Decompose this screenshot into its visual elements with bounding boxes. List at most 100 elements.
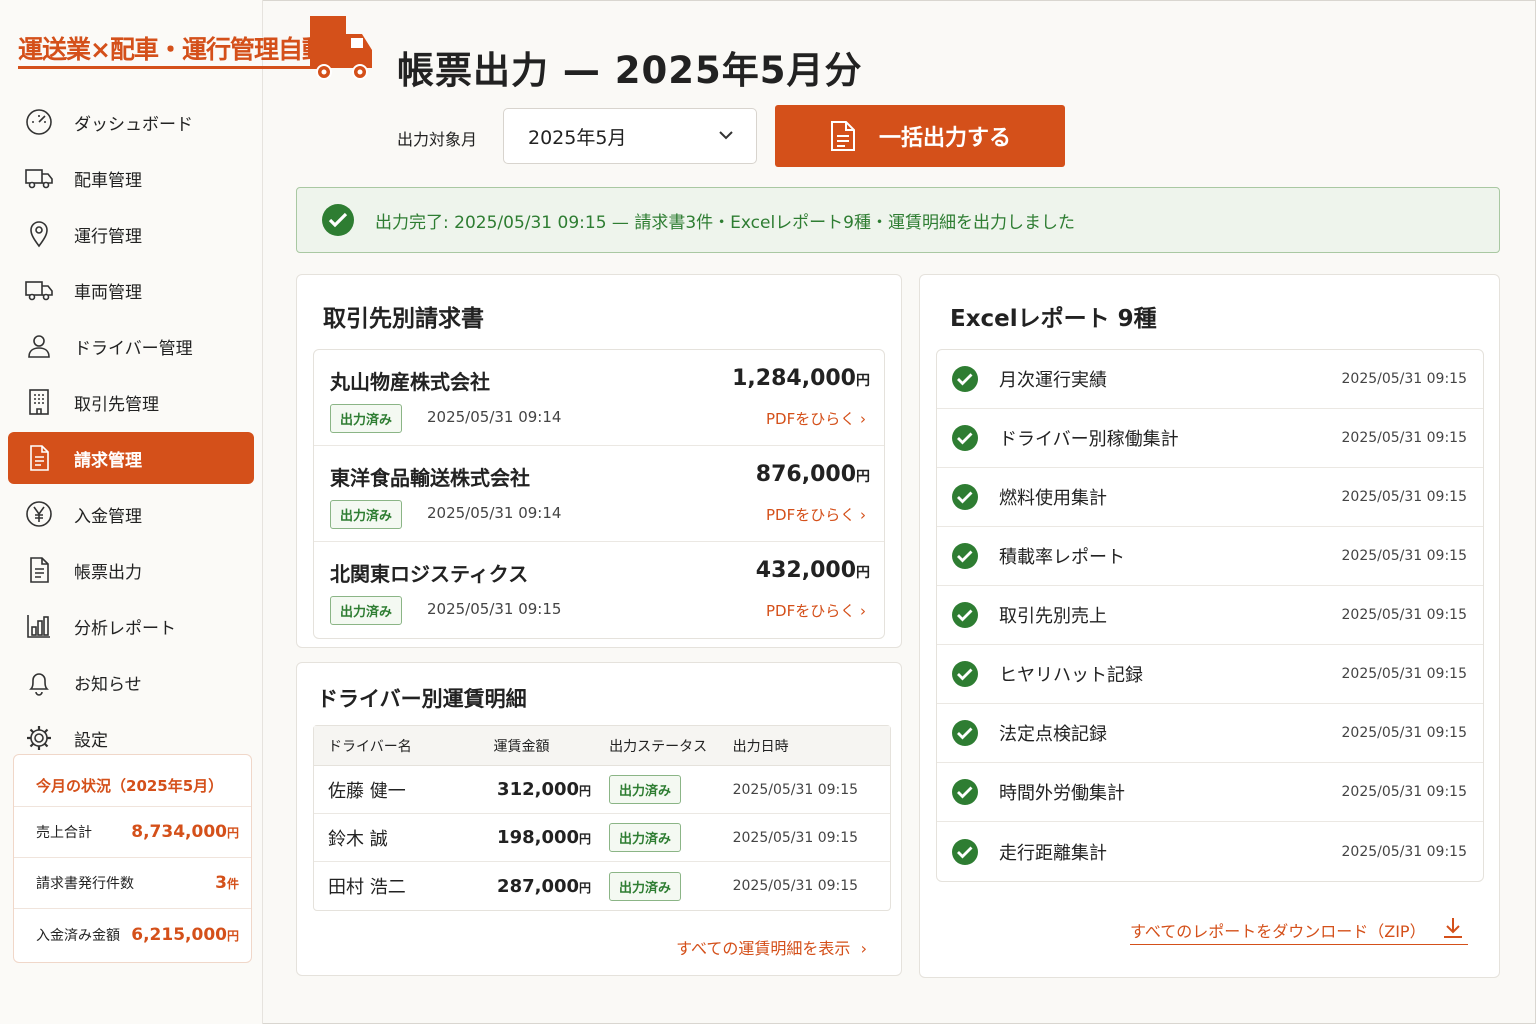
logo-text: 運送業×配車・運行管理自動化 (18, 35, 351, 64)
client-name: 丸山物産株式会社 (330, 370, 490, 394)
table-row: 佐藤 健一 312,000円 出力済み 2025/05/31 09:15 (314, 766, 890, 814)
month-select[interactable]: 2025年5月 (503, 108, 757, 164)
open-pdf-link[interactable]: PDFをひらく › (766, 504, 866, 525)
fare-amount: 198,000円 (497, 827, 592, 848)
alert-text: 出力完了: 2025/05/31 09:15 — 請求書3件・Excelレポート… (375, 212, 1075, 233)
status-badge: 出力済み (330, 500, 403, 529)
sidebar-item-label: 請求管理 (74, 450, 142, 471)
person-icon (24, 331, 54, 361)
yen-icon (24, 499, 54, 529)
column-header: ドライバー名 (328, 738, 412, 755)
driver-fares-table: ドライバー名 運賃金額 出力ステータス 出力日時 佐藤 健一 312,000円 … (313, 725, 891, 911)
sidebar-item-payments[interactable]: 入金管理 (8, 488, 254, 540)
driver-name: 鈴木 誠 (328, 828, 388, 850)
output-date: 2025/05/31 09:15 (732, 829, 859, 846)
driver-fares-card: ドライバー別運賃明細 ドライバー名 運賃金額 出力ステータス 出力日時 佐藤 健… (296, 662, 902, 976)
check-circle-icon (322, 204, 354, 236)
report-item[interactable]: ドライバー別稼働集計 2025/05/31 09:15 (937, 409, 1483, 468)
report-name: 積載率レポート (999, 547, 1125, 568)
sidebar-item-label: 取引先管理 (74, 394, 159, 415)
sidebar-item-billing[interactable]: 請求管理 (8, 432, 254, 484)
report-date: 2025/05/31 09:15 (1341, 725, 1468, 741)
summary-key: 売上合計 (36, 825, 92, 841)
output-date: 2025/05/31 09:14 (427, 408, 562, 426)
sidebar-item-label: 運行管理 (74, 226, 142, 247)
report-date: 2025/05/31 09:15 (1341, 843, 1468, 860)
summary-row: 売上合計 8,734,000円 (14, 807, 251, 858)
output-date: 2025/05/31 09:15 (732, 781, 859, 798)
sidebar-item-vehicles[interactable]: 車両管理 (8, 264, 254, 316)
check-circle-icon (952, 720, 978, 746)
driver-fares-title: ドライバー別運賃明細 (317, 687, 527, 711)
table-row: 鈴木 誠 198,000円 出力済み 2025/05/31 09:15 (314, 814, 890, 862)
sidebar-item-notifications[interactable]: お知らせ (8, 656, 254, 708)
invoice-item: 東洋食品輸送株式会社 876,000円 出力済み 2025/05/31 09:1… (314, 446, 884, 542)
sidebar-nav: ダッシュボード 配車管理 運行管理 車両管理 ドライバー管理 取引先管理 請求管… (8, 96, 254, 768)
report-name: 法定点検記録 (999, 724, 1107, 745)
check-circle-icon (952, 366, 978, 392)
summary-key: 入金済み金額 (36, 927, 120, 944)
sidebar-item-dashboard[interactable]: ダッシュボード (8, 96, 254, 148)
map-pin-icon (24, 219, 54, 249)
chevron-right-icon: › (860, 602, 866, 620)
client-name: 東洋食品輸送株式会社 (330, 466, 530, 490)
sidebar-item-label: 車両管理 (74, 282, 142, 303)
month-label: 出力対象月 (397, 130, 478, 149)
check-circle-icon (952, 543, 978, 569)
output-date: 2025/05/31 09:14 (427, 504, 562, 522)
report-item[interactable]: 走行距離集計 2025/05/31 09:15 (937, 822, 1483, 881)
invoice-amount: 876,000円 (755, 462, 870, 487)
app-logo[interactable]: 運送業×配車・運行管理自動化 (18, 16, 372, 86)
column-header: 運賃金額 (493, 738, 550, 755)
sidebar-item-forms-output[interactable]: 帳票出力 (8, 544, 254, 596)
status-badge: 出力済み (609, 823, 682, 852)
view-all-fares-link[interactable]: すべての運賃明細を表示 › (676, 935, 867, 959)
gear-icon (24, 723, 54, 753)
sidebar-item-label: 帳票出力 (74, 562, 142, 583)
check-circle-icon (952, 661, 978, 687)
truck-icon (24, 163, 54, 193)
logo-underline (18, 66, 318, 69)
report-item[interactable]: 取引先別売上 2025/05/31 09:15 (937, 586, 1483, 645)
check-circle-icon (952, 602, 978, 628)
report-name: 取引先別売上 (999, 606, 1107, 627)
invoices-title: 取引先別請求書 (323, 306, 484, 332)
report-item[interactable]: 月次運行実績 2025/05/31 09:15 (937, 350, 1483, 409)
report-item[interactable]: 積載率レポート 2025/05/31 09:15 (937, 527, 1483, 586)
sidebar-item-drivers[interactable]: ドライバー管理 (8, 320, 254, 372)
invoice-item: 北関東ロジスティクス 432,000円 出力済み 2025/05/31 09:1… (314, 542, 884, 638)
truck-icon (24, 275, 54, 305)
report-item[interactable]: ヒヤリハット記録 2025/05/31 09:15 (937, 645, 1483, 704)
page-title: 帳票出力 — 2025年5月分 (397, 49, 863, 92)
output-date: 2025/05/31 09:15 (732, 878, 859, 894)
excel-reports-title: Excelレポート 9種 (950, 306, 1157, 332)
download-zip-label: すべてのレポートをダウンロード（ZIP） (1130, 921, 1426, 941)
report-name: 月次運行実績 (999, 370, 1107, 391)
chevron-right-icon: › (860, 410, 866, 428)
sidebar-item-analytics[interactable]: 分析レポート (8, 600, 254, 652)
sidebar-item-dispatch[interactable]: 配車管理 (8, 152, 254, 204)
sidebar-item-label: ダッシュボード (74, 114, 193, 135)
invoice-item: 丸山物産株式会社 1,284,000円 出力済み 2025/05/31 09:1… (314, 350, 884, 446)
sidebar-item-operations[interactable]: 運行管理 (8, 208, 254, 260)
sidebar-item-clients[interactable]: 取引先管理 (8, 376, 254, 428)
excel-reports-card: Excelレポート 9種 月次運行実績 2025/05/31 09:15 ドライ… (919, 274, 1500, 978)
status-badge: 出力済み (330, 596, 403, 625)
invoice-list: 丸山物産株式会社 1,284,000円 出力済み 2025/05/31 09:1… (313, 349, 885, 639)
report-item[interactable]: 時間外労働集計 2025/05/31 09:15 (937, 763, 1483, 822)
report-date: 2025/05/31 09:15 (1341, 784, 1468, 800)
sidebar: 運送業×配車・運行管理自動化 ダッシュボード 配車管理 運行管理 車両管理 ドラ… (0, 0, 372, 1024)
sidebar-item-label: 設定 (74, 730, 108, 751)
chevron-down-icon (719, 131, 733, 140)
bulk-export-button[interactable]: 一括出力する (775, 105, 1065, 167)
building-icon (24, 387, 54, 417)
report-item[interactable]: 法定点検記録 2025/05/31 09:15 (937, 704, 1483, 763)
client-name: 北関東ロジスティクス (330, 562, 529, 586)
check-circle-icon (952, 484, 978, 510)
open-pdf-link[interactable]: PDFをひらく › (766, 408, 866, 429)
download-zip-link[interactable]: すべてのレポートをダウンロード（ZIP） (1130, 915, 1468, 945)
summary-row: 入金済み金額 6,215,000円 (14, 909, 251, 960)
report-item[interactable]: 燃料使用集計 2025/05/31 09:15 (937, 468, 1483, 527)
monthly-summary: 今月の状況（2025年5月） 売上合計 8,734,000円 請求書発行件数 3… (13, 754, 252, 963)
open-pdf-link[interactable]: PDFをひらく › (766, 600, 866, 621)
